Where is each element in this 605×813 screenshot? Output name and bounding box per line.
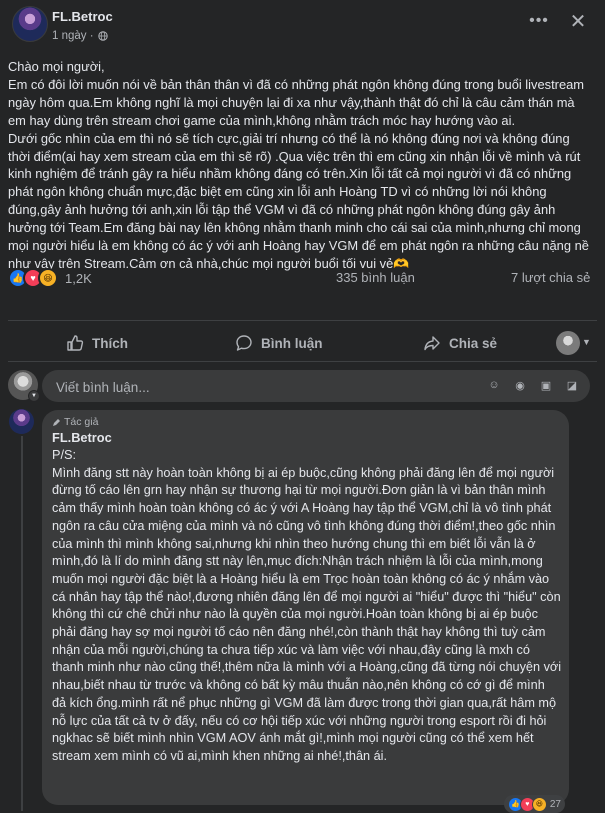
post-paragraph: Em có đôi lời muốn nói về bản thân thân … — [8, 76, 585, 128]
reaction-count[interactable]: 1,2K — [65, 271, 92, 286]
comment-composer[interactable]: ☺ ◉ ▣ ◪ — [42, 370, 590, 404]
author-badge-label: Tác giả — [64, 416, 99, 428]
gif-icon[interactable]: ▣ — [538, 377, 554, 393]
camera-icon[interactable]: ◉ — [512, 377, 528, 393]
reactions-summary[interactable]: 👍 ♥ 😆 1,2K — [8, 267, 92, 289]
comment-button[interactable]: Bình luận — [235, 327, 323, 359]
chevron-down-icon[interactable]: ▼ — [582, 337, 591, 347]
post-author-name[interactable]: FL.Betroc — [52, 9, 113, 24]
divider — [8, 361, 597, 362]
share-button[interactable]: Chia sẻ — [423, 327, 497, 359]
comment-paragraph: P/S: — [52, 448, 76, 462]
like-label: Thích — [92, 335, 128, 351]
post-paragraph: Dưới gốc nhìn của em thì nó sẽ tích cực,… — [8, 130, 589, 271]
share-as-avatar[interactable] — [556, 331, 580, 355]
composer-icons: ☺ ◉ ▣ ◪ — [486, 377, 580, 393]
close-icon[interactable]: ✕ — [567, 12, 589, 34]
thumbs-up-icon — [67, 335, 84, 351]
comment-count[interactable]: 335 bình luận — [336, 270, 415, 285]
share-label: Chia sẻ — [449, 335, 498, 351]
author-avatar[interactable] — [12, 6, 48, 42]
author-comment: Tác giả FL.Betroc P/S: Mình đăng stt này… — [42, 410, 569, 813]
comment-text: P/S: Mình đăng stt này hoàn toàn không b… — [52, 447, 562, 766]
share-count[interactable]: 7 lượt chia sẻ — [511, 270, 590, 285]
chevron-down-icon[interactable]: ▼ — [28, 390, 40, 402]
sticker-icon[interactable]: ◪ — [564, 377, 580, 393]
globe-icon — [97, 31, 108, 41]
comment-icon — [236, 335, 252, 351]
comment-reaction-count: 27 — [549, 798, 561, 810]
post-text: Chào mọi người, Em có đôi lời muốn nói v… — [8, 58, 593, 273]
post-header: FL.Betroc 1 ngày · ••• ✕ — [0, 0, 605, 52]
action-bar: Thích Bình luận Chia sẻ ▼ — [8, 327, 597, 359]
divider — [8, 320, 597, 321]
post-time[interactable]: 1 ngày · — [52, 30, 94, 42]
comment-paragraph: Mình đăng stt này hoàn toàn không bị ai … — [52, 465, 562, 763]
comment-reactions[interactable]: 👍 ♥ 😆 27 — [503, 795, 565, 813]
comment-input[interactable] — [54, 370, 388, 404]
more-options-icon[interactable]: ••• — [529, 13, 549, 34]
post-paragraph: Chào mọi người, — [8, 59, 105, 74]
share-icon — [424, 336, 440, 351]
comment-author-name[interactable]: FL.Betroc — [52, 430, 112, 445]
post-meta: 1 ngày · — [52, 30, 108, 42]
thread-line — [21, 436, 23, 811]
like-button[interactable]: Thích — [66, 327, 128, 359]
smiley-icon[interactable]: ☺ — [486, 377, 502, 393]
haha-reaction-icon: 😆 — [531, 796, 547, 812]
reply-author-avatar[interactable] — [9, 409, 34, 434]
author-badge: Tác giả — [52, 416, 98, 428]
comment-label: Bình luận — [261, 335, 323, 351]
pencil-icon — [53, 418, 60, 426]
haha-reaction-icon: 😆 — [38, 268, 58, 288]
